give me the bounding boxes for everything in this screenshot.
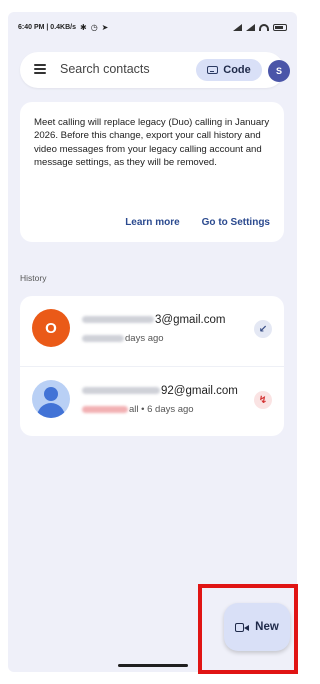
code-button[interactable]: Code — [196, 59, 262, 81]
go-to-settings-link[interactable]: Go to Settings — [202, 217, 270, 228]
person-icon-body — [37, 403, 65, 418]
redacted-text — [82, 387, 160, 395]
new-call-button[interactable]: New — [224, 603, 290, 651]
history-list: O 3@gmail.com days ago ↙ 92@gmail.com al… — [20, 296, 284, 436]
home-indicator — [118, 664, 188, 667]
search-input[interactable]: Search contacts — [60, 62, 150, 76]
status-time-and-speed: 6:40 PM | 0.4KB/s — [18, 23, 76, 31]
person-icon — [44, 387, 58, 401]
new-call-label: New — [255, 621, 279, 633]
contact-email-visible: 92@gmail.com — [161, 385, 238, 397]
alarm-icon: ◷ — [90, 22, 98, 32]
call-meta: days ago — [82, 333, 164, 344]
contact-avatar — [32, 380, 70, 418]
signal-icon-2 — [246, 23, 255, 31]
signal-icon — [233, 23, 242, 31]
video-call-icon — [235, 622, 250, 633]
history-row[interactable]: O 3@gmail.com days ago ↙ — [20, 296, 284, 366]
call-meta: all • 6 days ago — [82, 404, 194, 415]
app-screen: 6:40 PM | 0.4KB/s ✱ ◷ ➤ Search contacts … — [8, 12, 297, 672]
learn-more-link[interactable]: Learn more — [125, 217, 179, 228]
status-bar: 6:40 PM | 0.4KB/s ✱ ◷ ➤ — [18, 20, 287, 34]
notice-text: Meet calling will replace legacy (Duo) c… — [34, 117, 270, 169]
history-section-label: History — [20, 273, 47, 283]
account-avatar[interactable]: S — [268, 60, 290, 82]
redacted-text — [82, 334, 124, 342]
wifi-icon — [259, 23, 269, 31]
missed-call-icon: ↯ — [254, 391, 272, 409]
keyboard-icon — [207, 66, 219, 74]
status-left: 6:40 PM | 0.4KB/s ✱ ◷ ➤ — [18, 23, 108, 32]
status-right — [233, 23, 287, 31]
contact-email: 92@gmail.com — [82, 385, 238, 397]
search-bar[interactable]: Search contacts Code S — [20, 52, 290, 88]
contact-email-visible: 3@gmail.com — [155, 314, 226, 326]
contact-avatar: O — [32, 309, 70, 347]
code-button-label: Code — [223, 64, 251, 76]
legacy-calling-notice: Meet calling will replace legacy (Duo) c… — [20, 102, 284, 242]
battery-icon — [273, 23, 287, 31]
bluetooth-icon: ✱ — [79, 22, 87, 32]
location-icon: ➤ — [101, 22, 109, 32]
contact-email: 3@gmail.com — [82, 314, 225, 326]
history-row[interactable]: 92@gmail.com all • 6 days ago ↯ — [20, 366, 284, 436]
redacted-text — [82, 316, 154, 324]
call-meta-visible: days ago — [125, 333, 164, 344]
incoming-call-icon: ↙ — [254, 320, 272, 338]
menu-icon[interactable] — [34, 64, 46, 74]
call-meta-visible: all • 6 days ago — [129, 404, 194, 415]
notice-actions: Learn more Go to Settings — [125, 217, 270, 228]
redacted-text — [82, 405, 128, 413]
